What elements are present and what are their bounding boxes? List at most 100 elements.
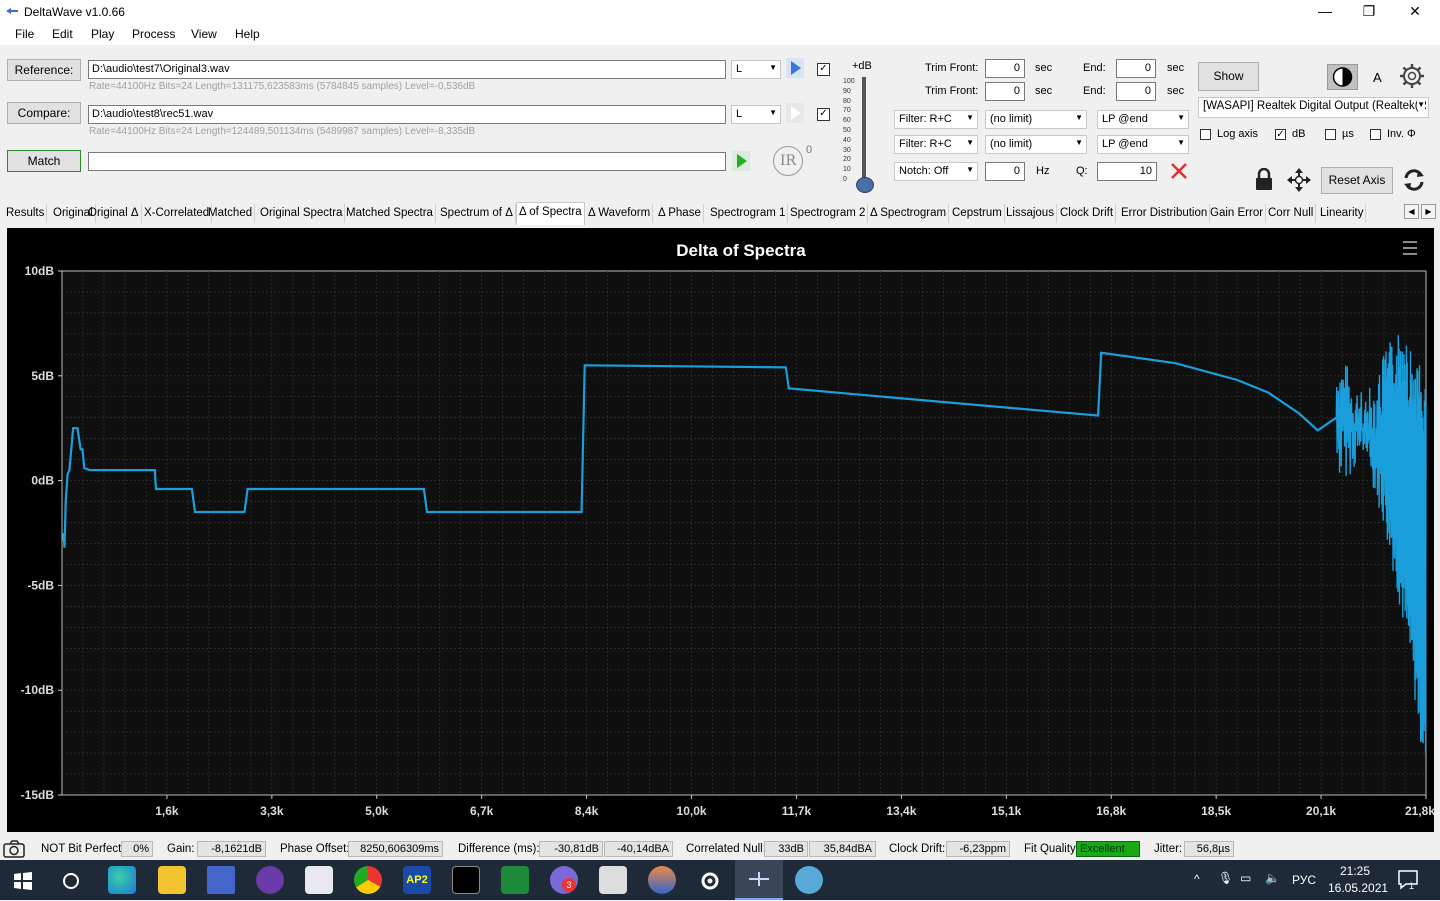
close-button[interactable]: ✕ (1392, 0, 1438, 23)
minimize-button[interactable]: — (1302, 0, 1348, 23)
refresh-icon[interactable] (1402, 167, 1426, 193)
us-checkbox[interactable] (1325, 129, 1336, 140)
filter1-select[interactable]: Filter: R+C ▼ (894, 110, 978, 129)
tab-0[interactable]: Results (4, 204, 48, 223)
inv-checkbox[interactable] (1370, 129, 1381, 140)
tab-18[interactable]: Gain Error (1208, 204, 1267, 223)
reference-channel-select[interactable]: L ▼ (731, 60, 781, 79)
settings-icon[interactable] (698, 869, 722, 893)
db-checkbox[interactable]: ✓ (1275, 129, 1286, 140)
menu-edit[interactable]: Edit (52, 27, 73, 41)
microphone-icon[interactable]: 🎙 (1218, 871, 1233, 885)
notch-select[interactable]: Notch: Off ▼ (894, 162, 978, 181)
ap2-icon[interactable]: AP2 (403, 866, 431, 894)
tab-5[interactable]: Original Spectra (258, 204, 346, 223)
reference-path-input[interactable]: D:\audio\test7\Original3.wav (88, 60, 726, 79)
chart-panel[interactable]: Delta of Spectra 10dB 5dB 0dB -5dB -10dB -15dB… (7, 228, 1436, 832)
tab-9[interactable]: Δ Waveform (586, 204, 654, 223)
compare-path-input[interactable]: D:\audio\test8\rec51.wav (88, 105, 726, 124)
tab-15[interactable]: Lissajous (1004, 204, 1057, 223)
search-icon[interactable] (61, 871, 81, 891)
compare-checkbox[interactable]: ✓ (817, 108, 830, 121)
match-button[interactable]: Match (7, 150, 81, 172)
play-compare-icon[interactable] (786, 103, 804, 123)
tab-scroll-left-icon[interactable]: ◀ (1404, 204, 1419, 219)
limit1-select[interactable]: (no limit) ▼ (985, 110, 1087, 129)
fox-app-icon[interactable] (599, 866, 627, 894)
tab-13[interactable]: Δ Spectrogram (868, 204, 950, 223)
tab-scroll-right-icon[interactable]: ▶ (1421, 204, 1436, 219)
tab-11[interactable]: Spectrogram 1 (708, 204, 789, 223)
ir-button[interactable]: IR (773, 146, 803, 176)
chart-settings-icon[interactable] (1403, 241, 1417, 255)
volume-icon[interactable]: 🔈 (1265, 871, 1280, 885)
compare-channel-select[interactable]: L ▼ (731, 105, 781, 124)
output-device-select[interactable]: [WASAPI] Realtek Digital Output (Realtek… (1198, 97, 1429, 118)
lp1-select[interactable]: LP @end ▼ (1097, 110, 1189, 129)
tab-16[interactable]: Clock Drift (1058, 204, 1117, 223)
a-label[interactable]: A (1373, 70, 1382, 85)
tab-7[interactable]: Spectrum of Δ (438, 204, 516, 223)
mail-icon[interactable] (305, 866, 333, 894)
windows-start-icon[interactable] (13, 871, 33, 891)
notch-hz-input[interactable]: 0 (985, 162, 1025, 181)
tab-3[interactable]: X-Correlated (142, 204, 213, 223)
trim-end-input-1[interactable]: 0 (1116, 59, 1156, 78)
tab-2[interactable]: Original Δ (86, 204, 142, 223)
v-app-icon[interactable] (501, 866, 529, 894)
tab-12[interactable]: Spectrogram 2 (788, 204, 869, 223)
edge-icon[interactable] (108, 866, 136, 894)
contrast-toggle[interactable] (1327, 64, 1358, 90)
clock-date[interactable]: 16.05.2021 (1328, 881, 1388, 895)
menu-file[interactable]: File (15, 27, 34, 41)
audio-app-icon[interactable] (648, 866, 676, 894)
tab-4[interactable]: Matched (206, 204, 256, 223)
clock-time[interactable]: 21:25 (1340, 864, 1370, 878)
deltawave-taskbar-button[interactable] (735, 860, 783, 900)
chrome-icon[interactable] (354, 866, 382, 894)
trim-front-input-2[interactable]: 0 (985, 82, 1025, 101)
menu-view[interactable]: View (191, 27, 217, 41)
menu-process[interactable]: Process (132, 27, 175, 41)
tab-8[interactable]: Δ of Spectra (516, 202, 585, 225)
menu-help[interactable]: Help (235, 27, 260, 41)
gear-icon[interactable] (1399, 63, 1425, 89)
tab-19[interactable]: Corr Null (1266, 204, 1317, 223)
maximize-button[interactable]: ❐ (1346, 0, 1392, 23)
slider-knob[interactable] (856, 177, 874, 193)
reference-button[interactable]: Reference: (7, 59, 81, 81)
language-indicator[interactable]: РУС (1292, 873, 1316, 887)
podcast-icon[interactable] (256, 866, 284, 894)
tab-6[interactable]: Matched Spectra (344, 204, 436, 223)
lp2-select[interactable]: LP @end ▼ (1097, 135, 1189, 154)
folder-icon[interactable] (158, 866, 186, 894)
reset-axis-button[interactable]: Reset Axis (1321, 167, 1393, 194)
move-icon[interactable] (1286, 167, 1312, 193)
tab-20[interactable]: Linearity (1318, 204, 1367, 223)
tab-14[interactable]: Cepstrum (950, 204, 1005, 223)
lock-icon[interactable] (1254, 168, 1274, 192)
limit2-select[interactable]: (no limit) ▼ (985, 135, 1087, 154)
show-button[interactable]: Show (1198, 62, 1259, 91)
play-reference-icon[interactable] (786, 58, 804, 78)
save-icon[interactable] (207, 866, 235, 894)
globe-app-icon[interactable] (795, 866, 823, 894)
q-input[interactable]: 10 (1097, 162, 1157, 181)
log-axis-checkbox[interactable] (1200, 129, 1211, 140)
play-match-icon[interactable] (732, 151, 750, 171)
network-icon[interactable]: ▭ (1240, 871, 1251, 885)
chart-svg[interactable]: Delta of Spectra 10dB 5dB 0dB -5dB -10dB -15dB… (7, 228, 1436, 832)
tray-expand-icon[interactable]: ^ (1194, 872, 1200, 886)
filter2-select[interactable]: Filter: R+C ▼ (894, 135, 978, 154)
reference-checkbox[interactable]: ✓ (817, 63, 830, 76)
clear-x-icon[interactable] (1169, 161, 1189, 181)
compare-button[interactable]: Compare: (7, 102, 81, 124)
menu-play[interactable]: Play (91, 27, 114, 41)
slider-track[interactable] (862, 77, 866, 183)
trim-front-input-1[interactable]: 0 (985, 59, 1025, 78)
camera-icon[interactable] (3, 840, 25, 858)
tab-10[interactable]: Δ Phase (656, 204, 704, 223)
tab-17[interactable]: Error Distribution (1119, 204, 1211, 223)
trim-end-input-2[interactable]: 0 (1116, 82, 1156, 101)
terminal-icon[interactable] (452, 866, 480, 894)
